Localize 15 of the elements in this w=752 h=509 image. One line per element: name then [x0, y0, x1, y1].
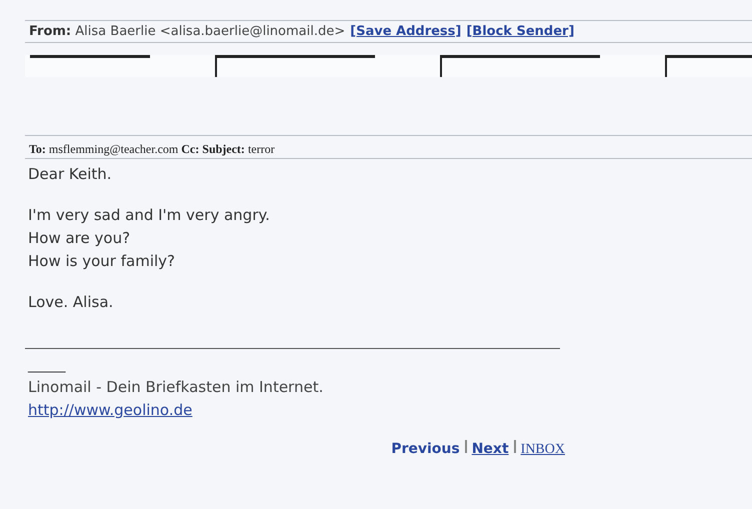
- message-paragraph: I'm very sad and I'm very angry. How are you? How is your family?: [28, 205, 271, 272]
- message-paragraph: Love. Alisa.: [28, 292, 114, 313]
- sender-action-link[interactable]: [Block Sender]: [466, 24, 574, 39]
- signature-dash: _____: [28, 354, 67, 375]
- nav-link[interactable]: Previous: [391, 441, 460, 457]
- sender-action-link[interactable]: [Save Address]: [350, 24, 462, 39]
- recipient-line: To: msflemming@teacher.com Cc: Subject: terror: [29, 142, 276, 157]
- message-paragraph: Dear Keith.: [28, 164, 113, 185]
- website-link[interactable]: http://www.geolino.de: [28, 399, 192, 422]
- signature-text: Linomail - Dein Briefkasten im Internet.: [28, 377, 324, 398]
- sender-line: From: Alisa Baerlie <alisa.baerlie@linomail.de>: [29, 24, 346, 39]
- dropdown-field[interactable]: [440, 55, 600, 77]
- dropdown-field[interactable]: [215, 55, 375, 77]
- nav-link[interactable]: Next: [472, 441, 509, 457]
- nav-link[interactable]: INBOX: [520, 442, 565, 458]
